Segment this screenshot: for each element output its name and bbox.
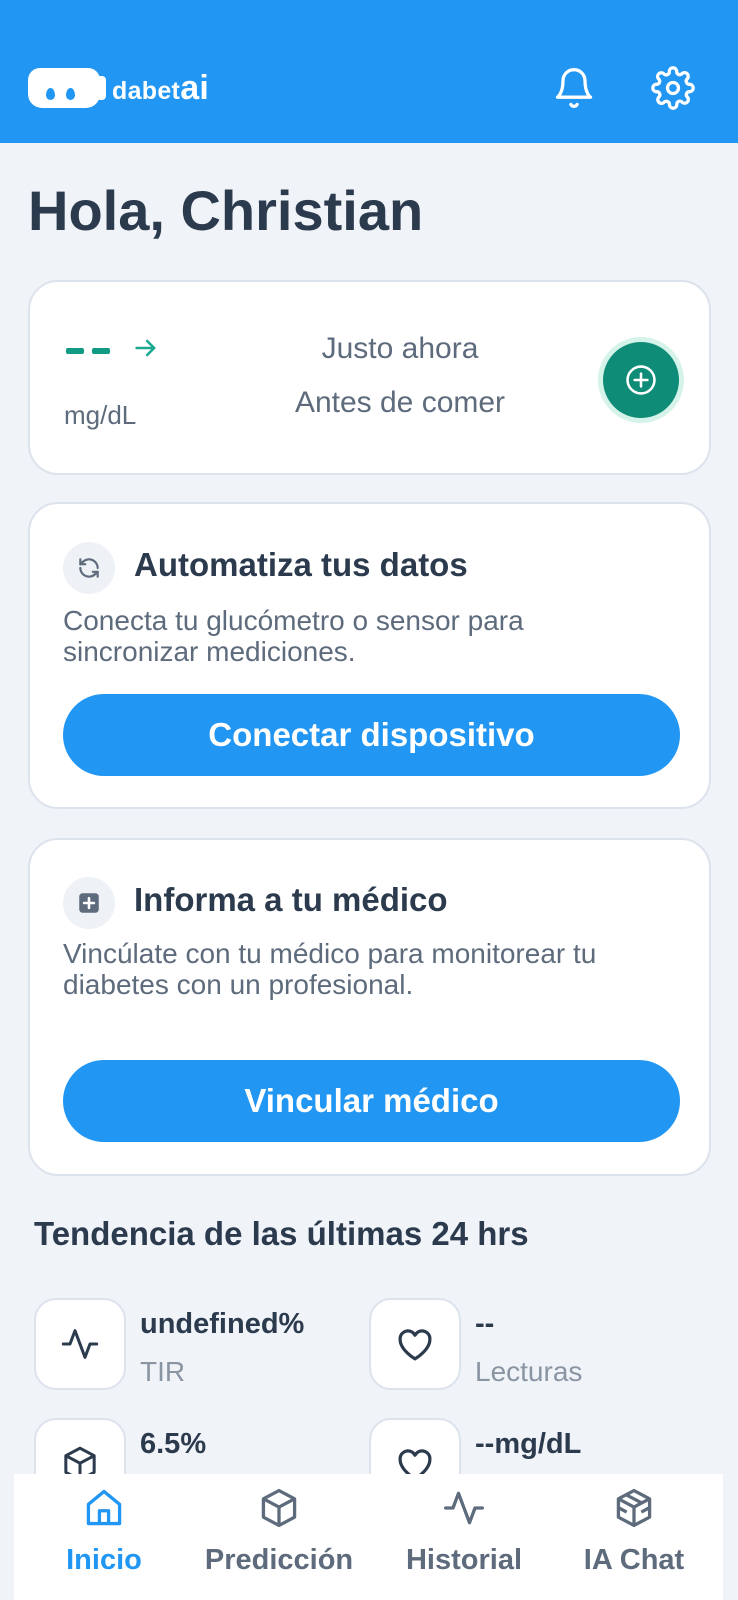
nav-label: Historial <box>405 1544 523 1576</box>
stat-value: 6.5% <box>140 1428 207 1460</box>
stat-value: -- <box>475 1308 495 1340</box>
glucose-time: Justo ahora <box>321 332 479 365</box>
app-logo: dabetai <box>28 68 209 108</box>
glucose-unit: mg/dL <box>64 400 137 430</box>
connect-device-button[interactable]: Conectar dispositivo <box>63 694 680 776</box>
logo-text: dabetai <box>112 68 210 107</box>
nav-label: Inicio <box>66 1544 142 1576</box>
stat-value: undefined% <box>140 1308 305 1340</box>
home-icon <box>86 1489 122 1526</box>
link-doctor-button[interactable]: Vincular médico <box>63 1060 680 1142</box>
glucose-context: Antes de comer <box>294 386 506 419</box>
app-header: dabetai <box>0 0 738 143</box>
doctor-card: Informa a tu médico Vincúlate con tu méd… <box>28 838 711 1176</box>
logo-mark <box>28 68 106 108</box>
nav-item-inicio[interactable]: Inicio <box>44 1474 164 1600</box>
glucose-card[interactable]: mg/dL Justo ahora Antes de comer <box>28 280 711 475</box>
plus-circle-icon <box>626 365 656 395</box>
nav-item-prediccion[interactable]: Predicción <box>189 1474 369 1600</box>
automate-description: Conecta tu glucómetro o sensor para sinc… <box>63 605 524 667</box>
activity-icon <box>444 1491 484 1525</box>
arrow-right-icon <box>132 334 160 367</box>
nav-item-ia-chat[interactable]: IA Chat <box>559 1474 709 1600</box>
nav-label: Predicción <box>204 1544 354 1576</box>
stat-label: TIR <box>140 1356 186 1387</box>
automate-title: Automatiza tus datos <box>134 546 468 583</box>
nav-label: IA Chat <box>583 1544 685 1576</box>
cube-icon <box>261 1488 297 1528</box>
gear-icon[interactable] <box>651 66 695 110</box>
boxes-icon <box>616 1488 652 1528</box>
doctor-description: Vincúlate con tu médico para monitorear … <box>63 938 597 1000</box>
doctor-title: Informa a tu médico <box>134 881 448 918</box>
activity-icon <box>34 1298 126 1390</box>
heart-icon <box>369 1298 461 1390</box>
automate-card: Automatiza tus datos Conecta tu glucómet… <box>28 502 711 809</box>
bottom-nav: Inicio Predicción Historial IA Chat <box>14 1474 723 1600</box>
nav-item-historial[interactable]: Historial <box>384 1474 544 1600</box>
bell-icon[interactable] <box>552 66 596 110</box>
stat-label: Lecturas <box>475 1356 583 1387</box>
medical-plus-icon <box>63 877 115 929</box>
trends-title: Tendencia de las últimas 24 hrs <box>34 1215 529 1252</box>
sync-icon <box>63 542 115 594</box>
add-reading-button[interactable] <box>598 337 684 423</box>
stat-value: --mg/dL <box>475 1428 582 1460</box>
greeting-title: Hola, Christian <box>28 179 424 242</box>
glucose-value <box>66 334 160 367</box>
